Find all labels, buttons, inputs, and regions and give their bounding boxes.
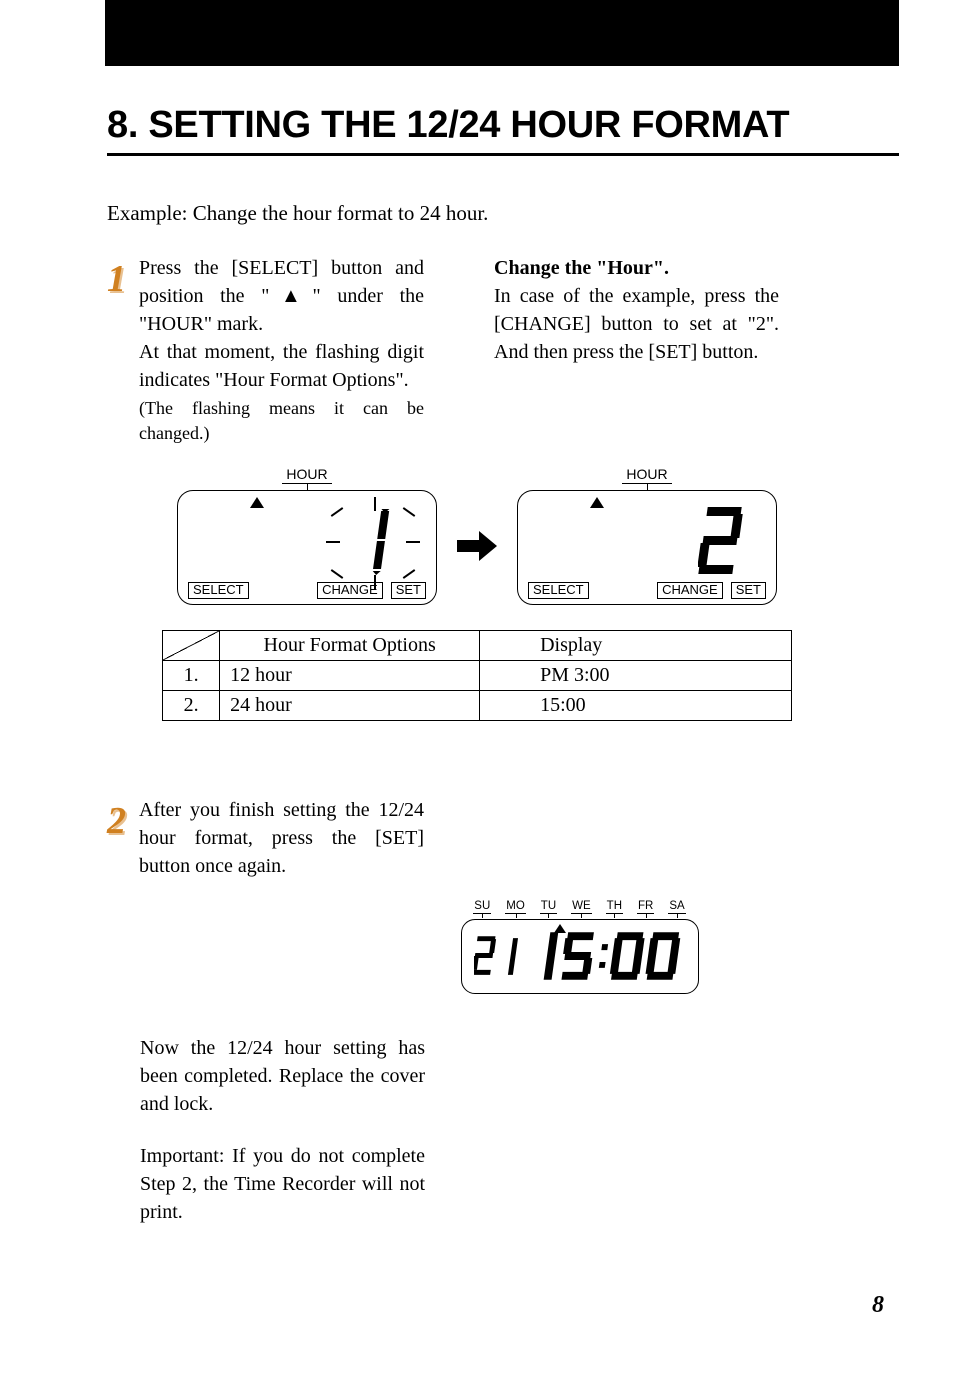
set-button-label: SET: [731, 582, 766, 599]
page-number: 8: [872, 1292, 884, 1319]
digit-1: [346, 505, 406, 579]
lcd-panel-left: HOUR SELECT: [177, 466, 437, 605]
table-header-row: Hour Format Options Display: [163, 631, 792, 661]
step-1-right-p: In case of the example, press the [CHANG…: [494, 282, 779, 366]
digit-date: [474, 934, 529, 980]
lcd-frame-left: SELECT CHANGE SET: [177, 490, 437, 605]
digit-time: [539, 928, 698, 986]
page-title: 8. SETTING THE 12/24 HOUR FORMAT: [107, 104, 899, 156]
step-1-left-col: Press the [SELECT] button and position t…: [139, 254, 424, 446]
day-row: SU MO TU WE TH FR SA: [473, 900, 685, 914]
table-row: 2. 24 hour 15:00: [163, 691, 792, 721]
day-mo: MO: [505, 900, 526, 914]
step-2: 2 After you finish setting the 12/24 hou…: [107, 796, 954, 880]
button-row-right: CHANGE SET: [657, 582, 766, 599]
button-row-left: SELECT: [188, 582, 249, 599]
table-cell-disp: PM 3:00: [480, 661, 792, 691]
select-button-label: SELECT: [188, 582, 249, 599]
digit-2: [698, 505, 758, 579]
table-cell-disp: 15:00: [480, 691, 792, 721]
caret-up-icon: [554, 924, 566, 933]
step-1-right-heading: Change the "Hour".: [494, 254, 779, 282]
step-1-left-p1: Press the [SELECT] button and position t…: [139, 254, 424, 338]
header-bar: [105, 0, 899, 66]
completed-text: Now the 12/24 hour setting has been comp…: [140, 1034, 425, 1118]
step-1-right-col: Change the "Hour". In case of the exampl…: [494, 254, 779, 446]
table-cell-idx: 2.: [163, 691, 220, 721]
select-button-label: SELECT: [528, 582, 589, 599]
table-cell-opt: 24 hour: [220, 691, 480, 721]
example-line: Example: Change the hour format to 24 ho…: [107, 201, 954, 226]
important-text: Important: If you do not complete Step 2…: [140, 1142, 425, 1226]
day-sa: SA: [668, 900, 685, 914]
hour-label-left: HOUR: [282, 466, 331, 484]
button-row-left: SELECT: [528, 582, 589, 599]
hour-format-table: Hour Format Options Display 1. 12 hour P…: [162, 630, 792, 721]
lcd-panel-right: HOUR SELECT CHANGE SET: [517, 466, 777, 605]
lcd-frame-right: SELECT CHANGE SET: [517, 490, 777, 605]
caret-up-icon: [590, 497, 604, 508]
step-1: 1 Press the [SELECT] button and position…: [107, 254, 954, 446]
change-button-label: CHANGE: [657, 582, 723, 599]
final-lcd-wrap: SU MO TU WE TH FR SA: [205, 900, 954, 994]
arrow-right-icon: [457, 531, 497, 561]
table-cell-opt: 12 hour: [220, 661, 480, 691]
step-1-left-p2: At that moment, the flashing digit indic…: [139, 338, 424, 394]
day-we: WE: [571, 900, 592, 914]
day-su: SU: [473, 900, 491, 914]
step-2-text: After you finish setting the 12/24 hour …: [139, 796, 424, 880]
final-lcd-frame: [461, 919, 699, 994]
table-cell-idx: 1.: [163, 661, 220, 691]
step-1-left-note: (The flashing means it can be changed.): [139, 396, 424, 446]
day-tu: TU: [540, 900, 557, 914]
change-button-label: CHANGE: [317, 582, 383, 599]
table-row: 1. 12 hour PM 3:00: [163, 661, 792, 691]
caret-up-icon: [250, 497, 264, 508]
hour-label-right: HOUR: [622, 466, 671, 484]
lcd-panels-row: HOUR SELECT: [0, 466, 954, 605]
button-row-right: CHANGE SET: [317, 582, 426, 599]
table-header-display: Display: [480, 631, 792, 661]
post-text: Now the 12/24 hour setting has been comp…: [140, 1034, 425, 1226]
day-fr: FR: [637, 900, 654, 914]
table-corner-cell: [163, 631, 220, 661]
step-2-number: 2: [107, 804, 139, 838]
table-header-options: Hour Format Options: [220, 631, 480, 661]
set-button-label: SET: [391, 582, 426, 599]
day-th: TH: [606, 900, 623, 914]
step-1-number: 1: [107, 262, 139, 296]
